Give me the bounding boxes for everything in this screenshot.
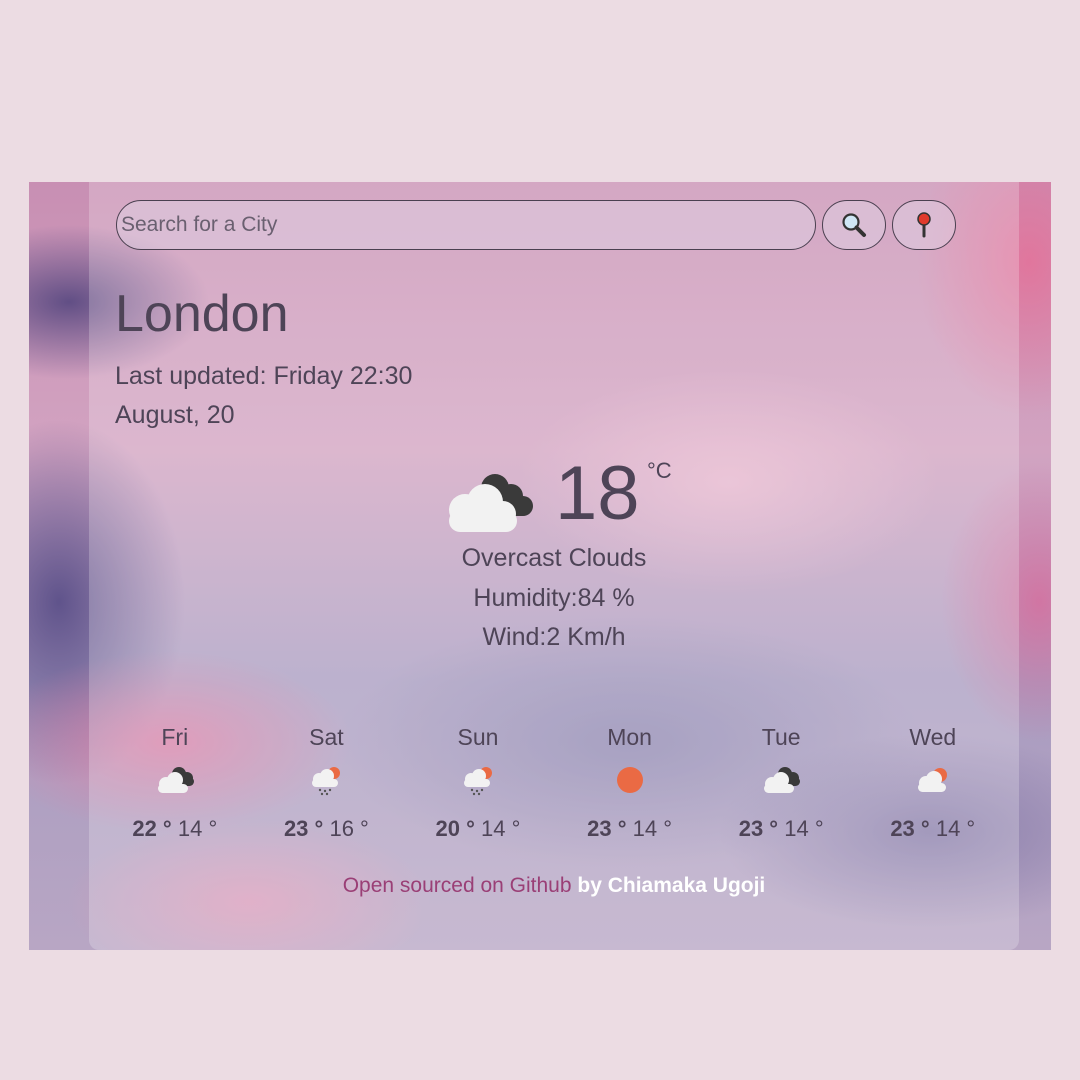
search-button[interactable]: [822, 200, 886, 250]
forecast-temps: 23 ° 14 °: [705, 816, 857, 842]
weather-card: London Last updated: Friday 22:30 August…: [89, 182, 1019, 950]
forecast-max: 23 °: [283, 816, 324, 841]
author-credit: by Chiamaka Ugoji: [571, 874, 766, 897]
partly-cloudy-icon: [857, 758, 1009, 802]
weather-description: Overcast Clouds: [461, 544, 647, 572]
forecast-temps: 22 ° 14 °: [99, 816, 251, 842]
overcast-clouds-icon: [439, 470, 535, 541]
forecast-day-name: Fri: [161, 724, 189, 750]
humidity: Humidity:84 %: [473, 584, 635, 612]
forecast-list: Fri 22 ° 14 ° Sat 23 ° 16 ° Sun 20 ° 14 …: [99, 724, 1009, 842]
sun-icon: [554, 758, 706, 802]
forecast-day-name: Wed: [909, 724, 957, 750]
forecast-day-name: Tue: [761, 724, 801, 750]
search-input[interactable]: [116, 200, 816, 250]
search-bar: [116, 200, 956, 250]
rain-icon: [402, 758, 554, 802]
current-location-button[interactable]: [892, 200, 956, 250]
forecast-min: 14 °: [632, 816, 673, 841]
forecast-day: Fri 22 ° 14 °: [99, 724, 251, 842]
current-date: August, 20: [115, 401, 235, 429]
forecast-min: 14 °: [177, 816, 218, 841]
forecast-min: 16 °: [329, 816, 369, 841]
broken-clouds-icon: [99, 758, 251, 802]
forecast-day-name: Sun: [457, 724, 499, 750]
forecast-day: Sat 23 ° 16 °: [251, 724, 403, 842]
forecast-max: 20 °: [435, 816, 475, 841]
temperature-unit: °C: [647, 458, 672, 483]
city-name: London: [115, 285, 289, 343]
forecast-temps: 23 ° 16 °: [251, 816, 403, 842]
forecast-temps: 20 ° 14 °: [402, 816, 554, 842]
last-updated: Last updated: Friday 22:30: [115, 362, 413, 390]
broken-clouds-icon: [705, 758, 857, 802]
forecast-day-name: Mon: [607, 724, 652, 750]
forecast-day: Wed 23 ° 14 °: [857, 724, 1009, 842]
forecast-day: Sun 20 ° 14 °: [402, 724, 554, 842]
forecast-max: 22 °: [132, 816, 172, 841]
background-image: London Last updated: Friday 22:30 August…: [29, 182, 1051, 950]
current-temperature: 18: [555, 451, 640, 536]
forecast-min: 14 °: [935, 816, 976, 841]
github-link[interactable]: Open sourced on Github: [343, 874, 572, 897]
forecast-max: 23 °: [738, 816, 779, 841]
forecast-day: Tue 23 ° 14 °: [705, 724, 857, 842]
forecast-day-name: Sat: [309, 724, 344, 750]
location-pin-icon: [917, 212, 931, 238]
rain-icon: [251, 758, 403, 802]
forecast-temps: 23 ° 14 °: [554, 816, 706, 842]
forecast-temps: 23 ° 14 °: [857, 816, 1009, 842]
forecast-max: 23 °: [890, 816, 930, 841]
forecast-min: 14 °: [481, 816, 521, 841]
footer: Open sourced on Github by Chiamaka Ugoji: [89, 874, 1019, 898]
search-icon: [842, 213, 866, 237]
forecast-max: 23 °: [587, 816, 627, 841]
forecast-day: Mon 23 ° 14 °: [554, 724, 706, 842]
wind-speed: Wind:2 Km/h: [482, 623, 626, 651]
forecast-min: 14 °: [784, 816, 824, 841]
